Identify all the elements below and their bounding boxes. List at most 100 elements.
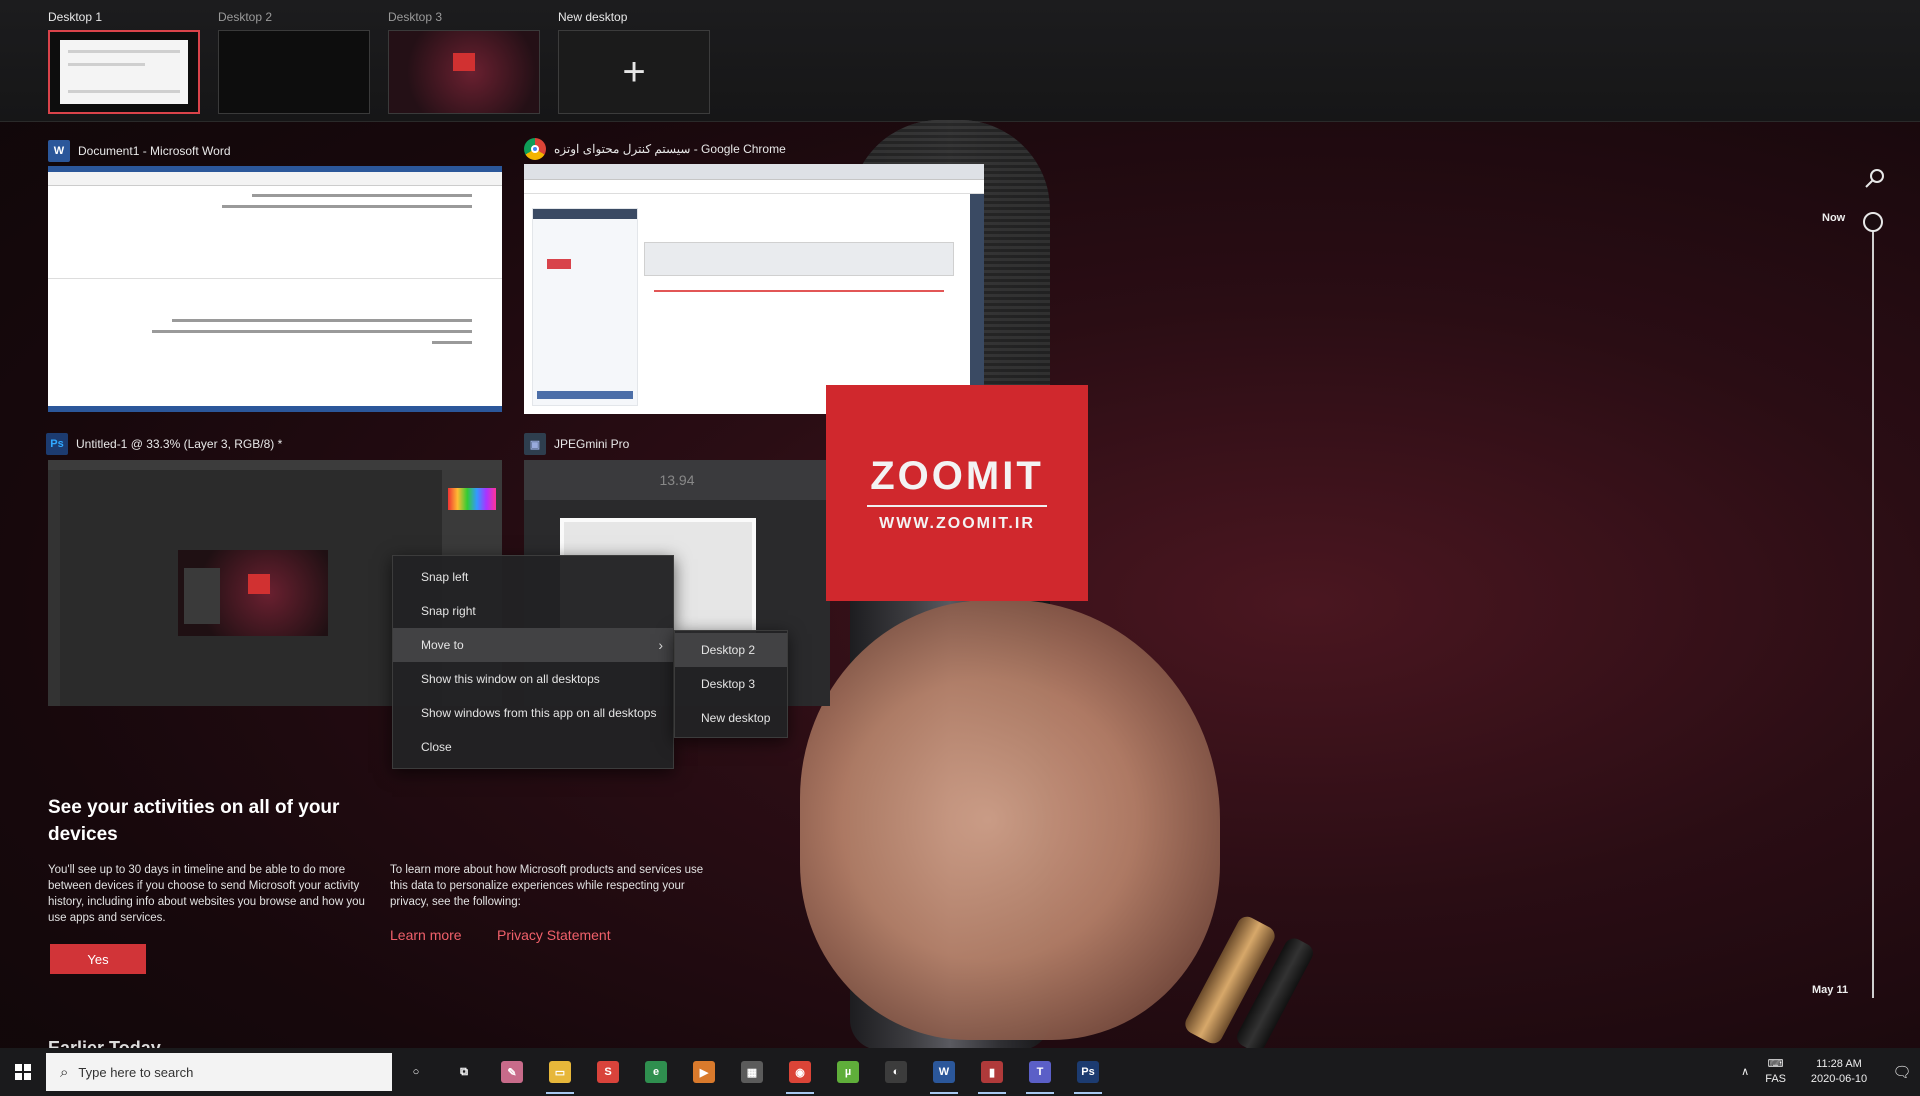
chrome-icon	[524, 138, 546, 160]
window-chrome-header: سیستم کنترل محتوای اوتزه - Google Chrome	[524, 138, 786, 160]
menu-move-to[interactable]: Move to ›	[393, 628, 673, 662]
taskbar-button-smartgit[interactable]: S	[584, 1048, 632, 1096]
teams-icon: T	[1029, 1061, 1051, 1083]
window-chrome[interactable]: سیستم کنترل محتوای اوتزه - Google Chrome	[524, 138, 786, 160]
taskbar-button-media[interactable]: ▶	[680, 1048, 728, 1096]
context-menu: Snap left Snap right Move to › Show this…	[392, 555, 674, 769]
jpegmini-percent: 13.94	[659, 472, 695, 488]
yes-button[interactable]: Yes	[50, 944, 146, 974]
plus-icon: +	[622, 50, 646, 94]
taskbar-button-chrome[interactable]: ◉	[776, 1048, 824, 1096]
window-photoshop[interactable]: Ps Untitled-1 @ 33.3% (Layer 3, RGB/8) *	[46, 433, 282, 455]
desktop-3-thumbnail[interactable]	[388, 30, 540, 114]
taskbar-search-box[interactable]: ⌕ Type here to search	[46, 1053, 392, 1091]
photo-viewer-icon: ◐	[885, 1061, 907, 1083]
virtual-desktop-bar: Desktop 1 Desktop 2 Desktop 3 New deskto…	[0, 0, 1920, 122]
privacy-description: To learn more about how Microsoft produc…	[390, 864, 704, 908]
taskbar-button-calculator[interactable]: ▦	[728, 1048, 776, 1096]
clock-date: 2020-06-10	[1810, 1073, 1868, 1085]
desktop-3-preview	[389, 31, 539, 113]
promo-description: You'll see up to 30 days in timeline and…	[48, 864, 365, 924]
window-word-title: Document1 - Microsoft Word	[78, 144, 231, 158]
menu-close[interactable]: Close	[393, 730, 673, 764]
cms-scrollbar	[970, 194, 984, 414]
photoshop-icon: Ps	[1077, 1061, 1099, 1083]
taskbar-button-utorrent[interactable]: µ	[824, 1048, 872, 1096]
input-language[interactable]: ⌨ FAS	[1757, 1057, 1794, 1087]
word-ribbon	[48, 166, 502, 186]
word-icon: W	[933, 1061, 955, 1083]
menu-show-window-all-desktops[interactable]: Show this window on all desktops	[393, 662, 673, 696]
desktop-1-thumbnail[interactable]	[48, 30, 200, 114]
taskbar-button-file-explorer[interactable]: ▭	[536, 1048, 584, 1096]
recorder-icon: ▮	[981, 1061, 1003, 1083]
window-word[interactable]: W Document1 - Microsoft Word	[48, 140, 231, 162]
taskbar-button-edge[interactable]: e	[632, 1048, 680, 1096]
cms-editor-toolbar	[644, 242, 954, 276]
menu-snap-left[interactable]: Snap left	[393, 560, 673, 594]
taskbar-button-recorder[interactable]: ▮	[968, 1048, 1016, 1096]
text-line	[222, 205, 472, 208]
new-desktop[interactable]: New desktop +	[558, 8, 710, 114]
taskbar: ⌕ Type here to search ○ ⧉ ✎ ▭ Se ▶ ▦ ◉ µ ◐ W ▮ T Ps ∧…	[0, 1048, 1920, 1096]
text-line	[252, 194, 472, 197]
chrome-address-bar	[524, 180, 984, 194]
zoomit-url: WWW.ZOOMIT.IR	[879, 514, 1035, 532]
window-jpegmini[interactable]: ▣ JPEGmini Pro	[524, 433, 629, 455]
menu-snap-right[interactable]: Snap right	[393, 594, 673, 628]
chrome-tab-strip	[524, 164, 984, 180]
cms-sidebar	[532, 208, 638, 406]
desktop-3[interactable]: Desktop 3	[388, 8, 540, 114]
photoshop-swatches	[448, 488, 496, 510]
desktop-2[interactable]: Desktop 2	[218, 8, 370, 114]
search-icon[interactable]	[1864, 168, 1886, 190]
taskbar-button-teams[interactable]: T	[1016, 1048, 1064, 1096]
window-chrome-title: سیستم کنترل محتوای اوتزه - Google Chrome	[554, 142, 786, 156]
timeline-scrubber[interactable]	[1863, 212, 1883, 232]
window-word-preview[interactable]	[48, 166, 502, 412]
taskbar-button-photoshop[interactable]: Ps	[1064, 1048, 1112, 1096]
taskbar-button-photo-viewer[interactable]: ◐	[872, 1048, 920, 1096]
jpegmini-icon: ▣	[524, 433, 546, 455]
window-chrome-preview[interactable]	[524, 164, 984, 414]
edge-icon: e	[645, 1061, 667, 1083]
desktop-1[interactable]: Desktop 1	[48, 8, 200, 114]
taskbar-button-cortana[interactable]: ○	[392, 1048, 440, 1096]
taskbar-button-task-view[interactable]: ⧉	[440, 1048, 488, 1096]
new-desktop-button[interactable]: +	[558, 30, 710, 114]
smartgit-icon: S	[597, 1061, 619, 1083]
jpegmini-header: 13.94	[524, 460, 830, 500]
clock[interactable]: 11:28 AM 2020-06-10	[1794, 1057, 1884, 1087]
notification-icon[interactable]: 🗨	[1884, 1048, 1920, 1096]
timeline-date-label: May 11	[1812, 984, 1849, 996]
media-icon: ▶	[693, 1061, 715, 1083]
window-jpegmini-header: ▣ JPEGmini Pro	[524, 433, 629, 455]
chrome-icon: ◉	[789, 1061, 811, 1083]
start-button[interactable]	[0, 1048, 46, 1096]
window-photoshop-title: Untitled-1 @ 33.3% (Layer 3, RGB/8) *	[76, 437, 283, 451]
clock-time: 11:28 AM	[1816, 1058, 1862, 1070]
desktop-1-preview	[60, 40, 188, 104]
learn-more-link[interactable]: Learn more	[390, 927, 462, 943]
search-placeholder: Type here to search	[78, 1064, 194, 1080]
desktop-1-label: Desktop 1	[48, 10, 103, 24]
tray-overflow-icon[interactable]: ∧	[1733, 1065, 1757, 1080]
task-view-icon: ⧉	[460, 1065, 468, 1078]
submenu-desktop-3[interactable]: Desktop 3	[675, 667, 787, 701]
menu-show-app-all-desktops[interactable]: Show windows from this app on all deskto…	[393, 696, 673, 730]
desktop-2-thumbnail[interactable]	[218, 30, 370, 114]
file-explorer-icon: ▭	[549, 1061, 571, 1083]
window-jpegmini-title: JPEGmini Pro	[554, 437, 630, 451]
zoomit-logo: ZOOMIT	[870, 453, 1044, 498]
taskbar-button-word[interactable]: W	[920, 1048, 968, 1096]
submenu-new-desktop[interactable]: New desktop	[675, 701, 787, 735]
cms-notice	[654, 290, 944, 292]
menu-move-to-label: Move to	[421, 638, 464, 652]
photoshop-icon: Ps	[46, 433, 68, 455]
privacy-statement-link[interactable]: Privacy Statement	[497, 927, 611, 943]
hand-image	[800, 600, 1220, 1040]
taskbar-button-paint[interactable]: ✎	[488, 1048, 536, 1096]
new-desktop-label: New desktop	[558, 10, 628, 24]
timeline-track[interactable]	[1872, 230, 1874, 998]
submenu-desktop-2[interactable]: Desktop 2	[675, 633, 787, 667]
